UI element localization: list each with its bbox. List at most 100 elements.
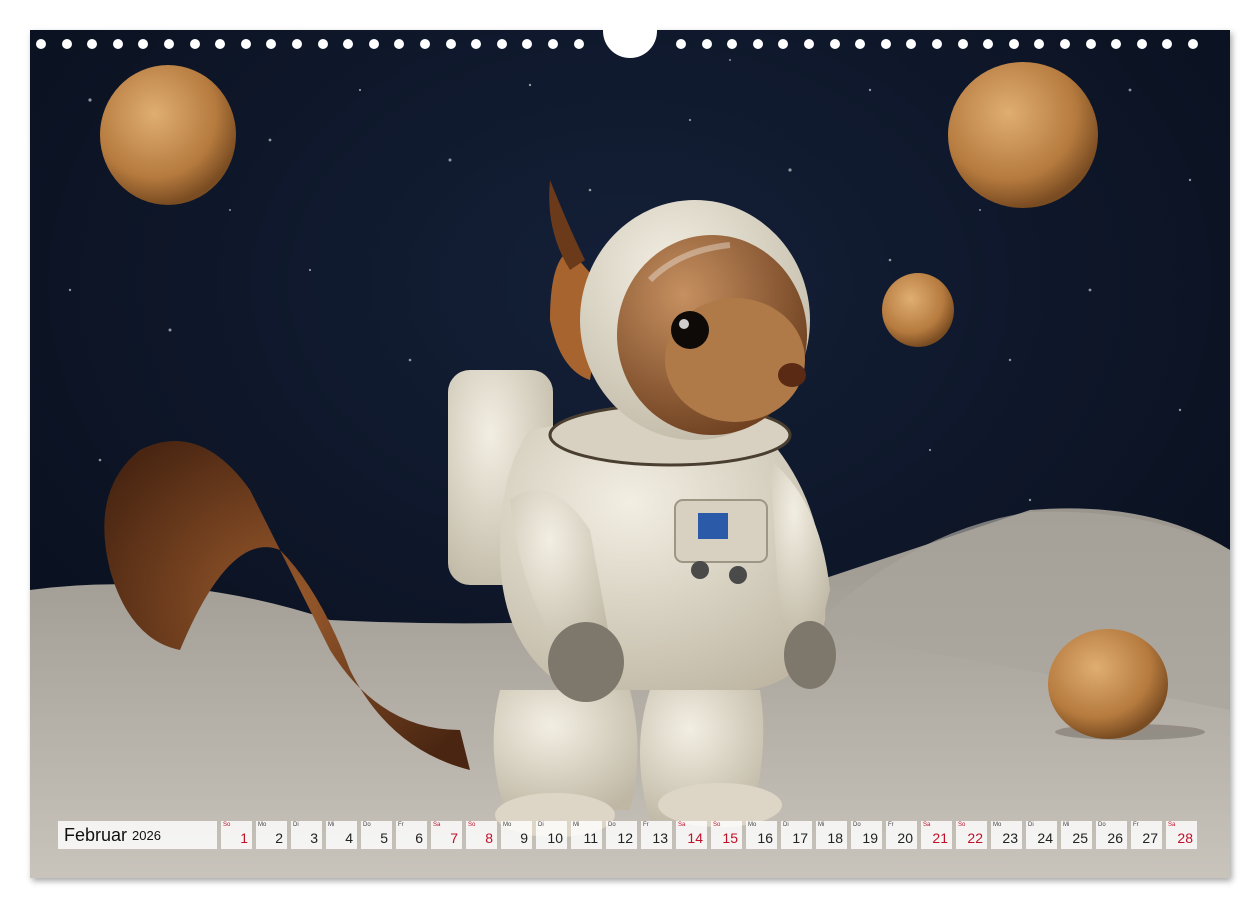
day-of-week: Di <box>293 822 299 828</box>
day-of-week: Do <box>1098 822 1106 828</box>
day-of-week: Fr <box>643 822 649 828</box>
binding-hole <box>1188 39 1198 49</box>
binding-hole <box>1060 39 1070 49</box>
binding-hole <box>87 39 98 49</box>
binding-hole <box>394 39 405 49</box>
day-of-week: Mi <box>818 822 825 828</box>
calendar-day: Mo 23 <box>991 821 1022 849</box>
day-of-week: Sa <box>923 822 931 828</box>
day-number: 4 <box>345 830 353 846</box>
binding-hole <box>778 39 789 49</box>
calendar-day: Di 17 <box>781 821 812 849</box>
day-number: 27 <box>1142 830 1158 846</box>
calendar-day: Sa 28 <box>1166 821 1197 849</box>
binding-hole <box>471 39 482 49</box>
calendar-day: Sa 21 <box>921 821 952 849</box>
day-number: 11 <box>583 830 598 846</box>
month-name: Februar <box>64 824 128 845</box>
calendar-day: Mi 18 <box>816 821 847 849</box>
day-number: 3 <box>310 830 318 846</box>
month-label: Februar 2026 <box>58 821 217 849</box>
calendar-day: Mi 25 <box>1061 821 1092 849</box>
calendar-day: Sa 7 <box>431 821 462 849</box>
walnut-top-right <box>948 62 1098 208</box>
day-number: 1 <box>240 830 248 846</box>
calendar-day: Mo 16 <box>746 821 777 849</box>
binding-hole <box>701 39 712 49</box>
calendar-day: Mi 11 <box>571 821 602 849</box>
binding-hole <box>317 39 328 49</box>
day-of-week: So <box>223 822 231 828</box>
binding-hole <box>164 39 174 49</box>
binding-hole <box>61 39 72 49</box>
day-of-week: Sa <box>1168 822 1176 828</box>
calendar-photo <box>30 30 1230 878</box>
binding-hole <box>368 39 379 49</box>
binding-hole <box>752 39 763 49</box>
day-number: 19 <box>862 830 878 846</box>
squirrel-eye <box>671 311 709 349</box>
calendar-day: So 8 <box>466 821 497 849</box>
day-number: 16 <box>757 830 773 846</box>
binding-hole <box>880 39 891 49</box>
day-number: 28 <box>1177 830 1193 846</box>
day-of-week: Fr <box>398 822 404 828</box>
binding-hole <box>189 39 200 49</box>
day-of-week: Fr <box>1133 822 1139 828</box>
binding-hole <box>573 39 584 49</box>
calendar-day: Do 26 <box>1096 821 1127 849</box>
day-number: 23 <box>1002 830 1018 846</box>
binding-hole <box>1034 39 1045 49</box>
left-glove <box>548 622 624 702</box>
day-number: 17 <box>792 830 808 846</box>
binding-hole <box>983 39 994 49</box>
day-number: 8 <box>485 830 493 846</box>
binding-hole <box>1008 39 1019 49</box>
binding-hole <box>343 39 354 49</box>
calendar-day: Di 24 <box>1026 821 1057 849</box>
day-number: 14 <box>687 830 703 846</box>
binding-hole <box>829 39 840 49</box>
day-number: 24 <box>1037 830 1053 846</box>
calendar-day: Fr 20 <box>886 821 917 849</box>
day-number: 25 <box>1072 830 1088 846</box>
day-number: 21 <box>932 830 948 846</box>
calendar-day: So 15 <box>711 821 742 849</box>
binding-hole <box>932 39 942 49</box>
calendar-day: So 22 <box>956 821 987 849</box>
calendar-day: Do 19 <box>851 821 882 849</box>
binding-hole <box>676 39 686 49</box>
day-number: 2 <box>275 830 283 846</box>
day-of-week: Do <box>608 822 616 828</box>
calendar-day: Mi 4 <box>326 821 357 849</box>
day-of-week: Di <box>783 822 789 828</box>
day-of-week: So <box>958 822 966 828</box>
squirrel-astronaut-illustration <box>30 30 1230 878</box>
day-number: 22 <box>967 830 983 846</box>
calendar-day: Mo 2 <box>256 821 287 849</box>
binding-hole <box>420 39 430 49</box>
day-of-week: Sa <box>678 822 686 828</box>
walnut-top-left <box>100 65 236 205</box>
binding-hole <box>292 39 302 49</box>
binding-hole <box>906 39 917 49</box>
binding-hole <box>804 39 814 49</box>
calendar-day: Di 3 <box>291 821 322 849</box>
day-of-week: Fr <box>888 822 894 828</box>
day-of-week: Mi <box>573 822 580 828</box>
hanger-notch <box>603 14 657 58</box>
binding-hole <box>548 39 558 49</box>
squirrel-nose <box>778 363 806 387</box>
day-of-week: Mi <box>1063 822 1070 828</box>
calendar-strip: Februar 2026 So 1 Mo 2 Di 3 Mi 4 Do 5 Fr 6 Sa 7 So 8 Mo 9… <box>58 821 1197 849</box>
binding-hole <box>1111 39 1122 49</box>
day-number: 5 <box>380 830 388 846</box>
day-of-week: So <box>713 822 721 828</box>
binding-hole <box>1136 39 1147 49</box>
day-of-week: Do <box>363 822 371 828</box>
calendar-day: Fr 13 <box>641 821 672 849</box>
day-number: 10 <box>547 830 563 846</box>
binding-hole <box>1162 39 1173 49</box>
day-of-week: Mo <box>503 822 512 828</box>
day-number: 18 <box>827 830 843 846</box>
